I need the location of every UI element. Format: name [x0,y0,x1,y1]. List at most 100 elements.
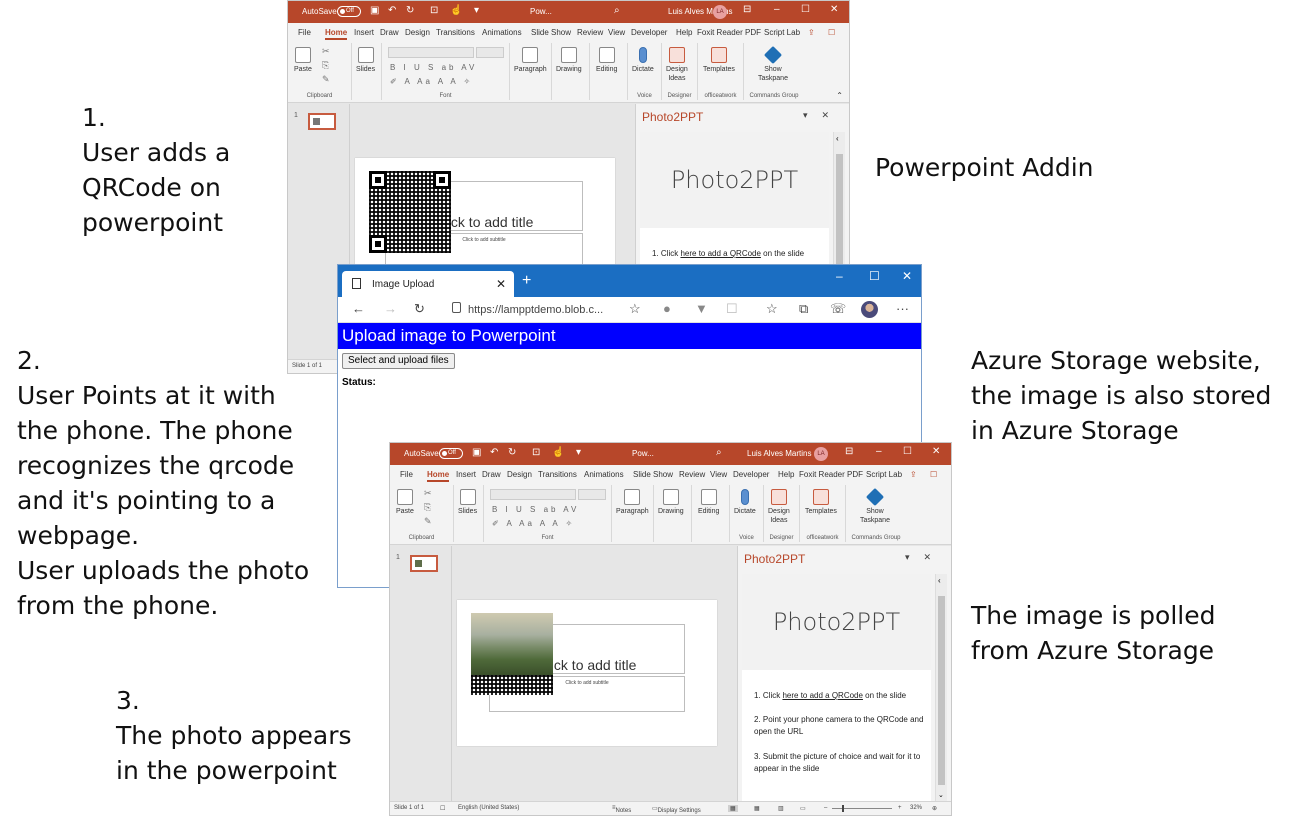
tab-slide-show[interactable]: Slide Show [531,28,571,37]
comments-icon[interactable]: ☐ [930,470,937,479]
copy-icon[interactable]: ⎘ [424,503,431,512]
tab-foxit[interactable]: Foxit Reader PDF [697,28,761,37]
paste-button[interactable]: Paste [294,47,312,74]
language-label[interactable]: English (United States) [458,805,519,811]
tab-script-lab[interactable]: Script Lab [866,470,902,479]
close-icon[interactable]: ✕ [830,4,838,15]
touch-mode-icon[interactable]: ☝ [450,5,462,16]
reading-view-icon[interactable]: ▥ [778,805,784,812]
tab-file[interactable]: File [298,28,311,37]
slideshow-icon[interactable]: ▭ [800,805,806,812]
favorite-star-icon[interactable]: ☆ [629,301,641,317]
zoom-slider-thumb[interactable] [842,805,844,812]
share-icon[interactable]: ⇪ [910,470,917,479]
save-icon[interactable]: ▣ [472,447,481,458]
minimize-icon[interactable]: – [774,4,780,15]
fit-slide-icon[interactable]: ⊕ [932,805,937,812]
tab-insert[interactable]: Insert [354,28,374,37]
dictate-button[interactable]: Dictate [632,47,654,74]
tab-home[interactable]: Home [325,28,348,40]
ribbon-display-icon[interactable]: ⊟ [845,446,853,457]
cut-icon[interactable]: ✂ [322,47,330,56]
slide-canvas[interactable]: Click to add title Click to add subtitle [457,600,717,746]
tab-design[interactable]: Design [507,470,532,479]
tab-home[interactable]: Home [427,470,450,482]
paste-button[interactable]: Paste [396,489,414,516]
slide-sorter-icon[interactable]: ▦ [754,805,760,812]
drawing-button[interactable]: Drawing [556,47,582,74]
collections-icon[interactable]: ⧉ [799,301,808,317]
undo-icon[interactable]: ↶ [388,5,396,16]
favorites-icon[interactable]: ☆ [766,301,778,317]
tab-help[interactable]: Help [778,470,794,479]
font-size-combo[interactable] [476,47,504,58]
tab-slide-show[interactable]: Slide Show [633,470,673,479]
add-qrcode-link[interactable]: here to add a QRCode [680,249,761,258]
paragraph-button[interactable]: Paragraph [616,489,649,516]
extension-box-icon[interactable]: ☐ [726,301,738,317]
font-size-combo[interactable] [578,489,606,500]
present-icon[interactable]: ⊡ [430,5,438,16]
new-tab-icon[interactable]: + [522,272,531,290]
tab-view[interactable]: View [608,28,625,37]
zoom-slider[interactable] [832,808,892,809]
touch-mode-icon[interactable]: ☝ [552,447,564,458]
maximize-icon[interactable]: ☐ [869,269,880,283]
tab-help[interactable]: Help [676,28,692,37]
tab-review[interactable]: Review [577,28,603,37]
show-taskpane-button[interactable]: Show Taskpane [758,45,788,83]
save-icon[interactable]: ▣ [370,5,379,16]
autosave-toggle[interactable]: Off [439,448,463,459]
customize-qat-icon[interactable]: ▾ [576,447,581,458]
close-icon[interactable]: ✕ [932,446,940,457]
tab-design[interactable]: Design [405,28,430,37]
redo-icon[interactable]: ↻ [406,5,414,16]
present-icon[interactable]: ⊡ [532,447,540,458]
undo-icon[interactable]: ↶ [490,447,498,458]
templates-button[interactable]: Templates [805,489,837,516]
new-slide-button[interactable]: Slides [356,47,375,74]
new-slide-button[interactable]: Slides [458,489,477,516]
design-ideas-button[interactable]: Design Ideas [768,489,790,525]
font-name-combo[interactable] [388,47,474,58]
tab-draw[interactable]: Draw [482,470,501,479]
display-settings-button[interactable]: ▭ Display Settings [652,805,701,814]
address-bar[interactable]: https://lampptdemo.blob.c... [468,304,603,316]
taskpane-controls[interactable]: ▾✕ [803,110,843,121]
tab-animations[interactable]: Animations [584,470,624,479]
user-avatar[interactable]: LA [814,447,828,461]
tab-insert[interactable]: Insert [456,470,476,479]
scroll-up-icon[interactable]: ‹ [836,134,839,143]
search-icon[interactable]: ⌕ [614,5,620,16]
maximize-icon[interactable]: ☐ [801,4,810,15]
tab-close-icon[interactable]: ✕ [496,277,506,291]
document-title[interactable]: Pow... [530,7,552,16]
normal-view-icon[interactable]: ▦ [728,805,738,812]
notes-button[interactable]: ≡ Notes [612,805,631,814]
share-icon[interactable]: ⇪ [808,28,815,37]
document-title[interactable]: Pow... [632,449,654,458]
profile-avatar[interactable] [861,301,878,318]
feedback-icon[interactable]: ☏ [830,301,846,317]
tab-review[interactable]: Review [679,470,705,479]
tab-foxit[interactable]: Foxit Reader PDF [799,470,863,479]
tab-developer[interactable]: Developer [631,28,667,37]
editing-button[interactable]: Editing [698,489,719,516]
back-icon[interactable]: ← [352,301,365,316]
slide-thumbnail[interactable] [308,113,336,130]
zoom-in-icon[interactable]: + [898,805,902,811]
format-painter-icon[interactable]: ✎ [322,75,330,84]
ribbon-display-icon[interactable]: ⊟ [743,4,751,15]
show-taskpane-button[interactable]: Show Taskpane [860,487,890,525]
font-format-icons[interactable]: B I U S ab AV [390,63,477,72]
tab-draw[interactable]: Draw [380,28,399,37]
user-avatar[interactable]: LA [713,5,727,19]
qrcode-image[interactable] [369,171,451,253]
forward-icon[interactable]: → [384,301,397,316]
slide-thumbnail[interactable] [410,555,438,572]
redo-icon[interactable]: ↻ [508,447,516,458]
minimize-icon[interactable]: – [836,269,843,283]
collapse-ribbon-icon[interactable]: ⌃ [836,91,843,100]
autosave-toggle[interactable]: Off [337,6,361,17]
user-name[interactable]: Luis Alves Martins [747,449,811,458]
